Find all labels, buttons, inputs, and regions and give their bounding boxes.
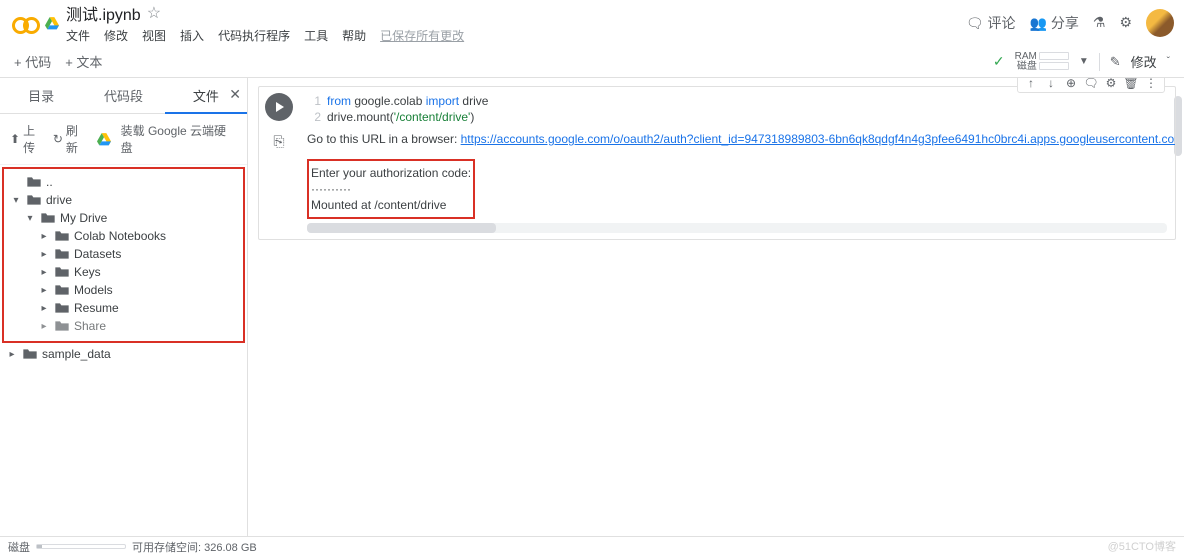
upload-button[interactable]: ⬆ 上传: [10, 122, 47, 156]
add-code-button[interactable]: + 代码: [14, 52, 51, 71]
chevron-down-icon[interactable]: ▼: [1079, 56, 1089, 67]
tree-mydrive[interactable]: ▾My Drive: [10, 209, 243, 227]
drive-icon: [44, 16, 60, 30]
resource-indicator[interactable]: RAM 磁盘: [1015, 52, 1069, 72]
save-status: 已保存所有更改: [380, 27, 464, 44]
run-button[interactable]: [265, 93, 293, 121]
tree-item[interactable]: ▸Keys: [10, 263, 243, 281]
menu-bar: 文件 修改 视图 插入 代码执行程序 工具 帮助 已保存所有更改: [66, 27, 966, 44]
highlight-box: .. ▾drive ▾My Drive ▸Colab Notebooks ▸Da…: [2, 167, 245, 343]
divider: [1099, 53, 1100, 71]
edit-mode-label[interactable]: 修改: [1131, 52, 1157, 71]
main: 目录 代码段 文件 ✕ ⬆ 上传 ↻ 刷新 装载 Google 云端硬盘 .. …: [0, 78, 1184, 536]
menu-tools[interactable]: 工具: [304, 27, 328, 44]
notebook-title[interactable]: 测试.ipynb: [66, 1, 141, 25]
disk-usage-bar: [36, 544, 126, 549]
cell-gutter: ⎘: [259, 87, 299, 239]
chevron-down-icon[interactable]: ˇ: [1167, 56, 1170, 67]
cell-output: Go to this URL in a browser: https://acc…: [307, 131, 1167, 233]
comment-button[interactable]: 🗨 评论: [966, 13, 1016, 33]
mount-drive-button[interactable]: 装载 Google 云端硬盘: [96, 122, 237, 156]
auth-link[interactable]: https://accounts.google.com/o/oauth2/aut…: [461, 132, 1175, 146]
menu-edit[interactable]: 修改: [104, 27, 128, 44]
menu-file[interactable]: 文件: [66, 27, 90, 44]
star-icon[interactable]: ☆: [147, 3, 161, 23]
colab-logo-icon: [10, 9, 38, 37]
output-indicator-icon[interactable]: ⎘: [267, 129, 291, 153]
tree-item[interactable]: ▸Colab Notebooks: [10, 227, 243, 245]
tree-drive[interactable]: ▾drive: [10, 191, 243, 209]
pencil-icon[interactable]: ✎: [1110, 54, 1121, 70]
tree-item[interactable]: ▸Share: [10, 317, 243, 335]
code-cell[interactable]: ↑ ↓ ⊕ 🗨 ⚙ 🗑 ⋮ ⎘ 1from google.colab impor…: [258, 86, 1176, 240]
sidebar-tabs: 目录 代码段 文件 ✕: [0, 78, 247, 114]
scrollbar[interactable]: [307, 223, 1167, 233]
footer: 磁盘 可用存储空间: 326.08 GB: [0, 536, 1184, 556]
disk-label: 磁盘: [8, 539, 30, 555]
notebook-content: ↑ ↓ ⊕ 🗨 ⚙ 🗑 ⋮ ⎘ 1from google.colab impor…: [248, 78, 1184, 536]
tree-item[interactable]: ▸Datasets: [10, 245, 243, 263]
flask-icon[interactable]: ⚗: [1093, 14, 1106, 31]
toolbar: + 代码 + 文本 ✓ RAM 磁盘 ▼ ✎ 修改 ˇ: [0, 46, 1184, 78]
tree-item[interactable]: ▸Resume: [10, 299, 243, 317]
header: 测试.ipynb ☆ 文件 修改 视图 插入 代码执行程序 工具 帮助 已保存所…: [0, 0, 1184, 46]
disk-space: 可用存储空间: 326.08 GB: [132, 539, 257, 555]
file-tree: .. ▾drive ▾My Drive ▸Colab Notebooks ▸Da…: [4, 169, 243, 335]
refresh-button[interactable]: ↻ 刷新: [53, 122, 90, 156]
connected-check-icon: ✓: [993, 53, 1005, 70]
highlight-box: Enter your authorization code: ·········…: [307, 159, 475, 219]
gear-icon[interactable]: ⚙: [1119, 14, 1132, 31]
tree-up[interactable]: ..: [10, 173, 243, 191]
cell-body[interactable]: 1from google.colab import drive 2drive.m…: [299, 87, 1175, 239]
menu-runtime[interactable]: 代码执行程序: [218, 27, 290, 44]
tree-item[interactable]: ▸Models: [10, 281, 243, 299]
tab-toc[interactable]: 目录: [0, 78, 82, 113]
menu-insert[interactable]: 插入: [180, 27, 204, 44]
sidebar: 目录 代码段 文件 ✕ ⬆ 上传 ↻ 刷新 装载 Google 云端硬盘 .. …: [0, 78, 248, 536]
share-button[interactable]: 👥 分享: [1030, 13, 1079, 33]
close-icon[interactable]: ✕: [229, 86, 241, 103]
menu-view[interactable]: 视图: [142, 27, 166, 44]
avatar[interactable]: [1146, 9, 1174, 37]
sidebar-actions: ⬆ 上传 ↻ 刷新 装载 Google 云端硬盘: [0, 114, 247, 165]
add-text-button[interactable]: + 文本: [65, 52, 102, 71]
tab-snippets[interactable]: 代码段: [82, 78, 164, 113]
menu-help[interactable]: 帮助: [342, 27, 366, 44]
tree-sample-data[interactable]: ▸sample_data: [6, 345, 247, 363]
